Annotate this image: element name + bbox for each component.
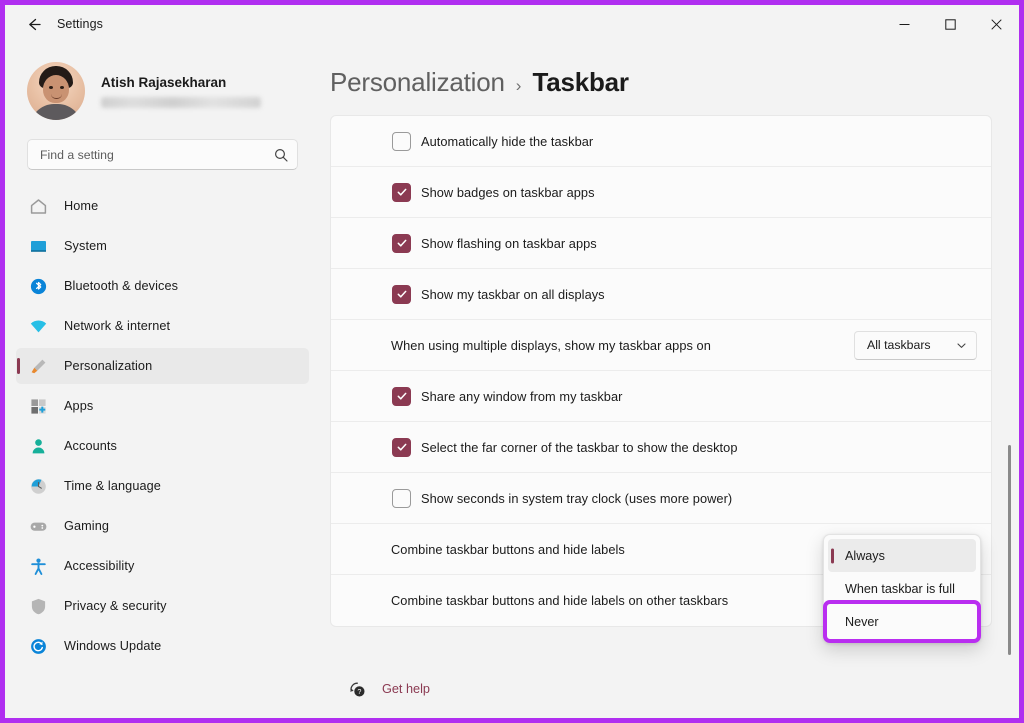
wifi-icon [27, 315, 49, 337]
sidebar-item-network[interactable]: Network & internet [16, 308, 309, 344]
flyout-option-never[interactable]: Never [823, 600, 981, 643]
chevron-down-icon [956, 340, 967, 351]
setting-label: Combine taskbar buttons and hide labels … [391, 593, 729, 608]
checkbox-checked-icon[interactable] [392, 233, 411, 253]
svg-text:?: ? [357, 687, 361, 696]
sidebar-item-label: Accounts [64, 439, 117, 453]
setting-row-multiple-displays[interactable]: When using multiple displays, show my ta… [331, 320, 991, 371]
search-area [5, 125, 320, 170]
checkbox-unchecked-icon[interactable] [392, 488, 411, 508]
system-monitor-icon [27, 235, 49, 257]
sidebar-item-windows-update[interactable]: Windows Update [16, 628, 309, 664]
search-icon [274, 148, 288, 162]
setting-label: Automatically hide the taskbar [421, 133, 594, 149]
account-email-redacted [101, 96, 261, 108]
setting-label: Show my taskbar on all displays [421, 286, 605, 302]
setting-label: Show seconds in system tray clock (uses … [421, 490, 733, 506]
sidebar-item-label: Bluetooth & devices [64, 279, 179, 293]
sidebar-item-label: Time & language [64, 479, 161, 493]
flyout-option-label: Always [845, 548, 885, 563]
breadcrumb-parent[interactable]: Personalization [330, 67, 505, 98]
settings-window: Settings Atish Rajasekharan Find a setti… [0, 0, 1024, 723]
accessibility-person-icon [27, 555, 49, 577]
vertical-scrollbar[interactable] [1008, 445, 1011, 655]
flyout-option-when-taskbar-is-full[interactable]: When taskbar is full [828, 572, 976, 605]
clock-globe-icon [27, 475, 49, 497]
avatar [27, 62, 85, 120]
account-name: Atish Rajasekharan [101, 74, 227, 90]
minimize-icon[interactable] [881, 5, 927, 43]
setting-row-show-seconds[interactable]: Show seconds in system tray clock (uses … [331, 473, 991, 524]
breadcrumb: Personalization › Taskbar [330, 43, 1019, 115]
app-title: Settings [57, 17, 103, 31]
sidebar-item-gaming[interactable]: Gaming [16, 508, 309, 544]
flyout-option-always[interactable]: Always [828, 539, 976, 572]
sidebar-item-accounts[interactable]: Accounts [16, 428, 309, 464]
back-arrow-icon[interactable] [15, 8, 51, 40]
get-help-link[interactable]: Get help [382, 682, 430, 696]
sidebar-item-label: Privacy & security [64, 599, 167, 613]
setting-row-far-corner[interactable]: Select the far corner of the taskbar to … [331, 422, 991, 473]
search-box[interactable] [27, 139, 298, 170]
update-refresh-icon [27, 635, 49, 657]
search-input[interactable] [40, 147, 274, 162]
sidebar-item-label: Accessibility [64, 559, 135, 573]
checkbox-checked-icon[interactable] [392, 284, 411, 304]
setting-label: Share any window from my taskbar [421, 388, 623, 404]
combine-taskbar-buttons-flyout: Always When taskbar is full Never [823, 534, 981, 643]
setting-label: Select the far corner of the taskbar to … [421, 439, 738, 455]
paintbrush-icon [27, 355, 49, 377]
setting-row-show-flashing[interactable]: Show flashing on taskbar apps [331, 218, 991, 269]
page-title: Taskbar [532, 67, 629, 97]
breadcrumb-separator-icon: › [515, 76, 522, 95]
title-bar: Settings [5, 5, 1019, 43]
sidebar-item-label: Home [64, 199, 99, 213]
sidebar-item-privacy-security[interactable]: Privacy & security [16, 588, 309, 624]
home-icon [27, 195, 49, 217]
sidebar-item-label: Apps [64, 399, 94, 413]
setting-label: Show badges on taskbar apps [421, 184, 595, 200]
shield-icon [27, 595, 49, 617]
setting-row-share-window[interactable]: Share any window from my taskbar [331, 371, 991, 422]
setting-row-all-displays[interactable]: Show my taskbar on all displays [331, 269, 991, 320]
footer: ? Get help [330, 660, 1019, 718]
setting-label: Combine taskbar buttons and hide labels [391, 541, 625, 557]
bluetooth-icon [27, 275, 49, 297]
checkbox-checked-icon[interactable] [392, 386, 411, 406]
window-controls [881, 5, 1019, 43]
gamepad-icon [27, 515, 49, 537]
sidebar-item-label: Windows Update [64, 639, 162, 653]
dropdown-value: All taskbars [867, 338, 931, 352]
setting-label: Show flashing on taskbar apps [421, 235, 597, 251]
sidebar-item-label: Network & internet [64, 319, 171, 333]
sidebar-item-personalization[interactable]: Personalization [16, 348, 309, 384]
sidebar-item-apps[interactable]: Apps [16, 388, 309, 424]
maximize-icon[interactable] [927, 5, 973, 43]
sidebar-item-time-language[interactable]: Time & language [16, 468, 309, 504]
sidebar-nav: Home System Bluetooth & devices Network … [5, 188, 320, 718]
sidebar-item-system[interactable]: System [16, 228, 309, 264]
account-block[interactable]: Atish Rajasekharan [5, 43, 320, 125]
sidebar-item-accessibility[interactable]: Accessibility [16, 548, 309, 584]
setting-row-auto-hide[interactable]: Automatically hide the taskbar [331, 116, 991, 167]
sidebar-item-label: Personalization [64, 359, 153, 373]
close-icon[interactable] [973, 5, 1019, 43]
sidebar-item-bluetooth[interactable]: Bluetooth & devices [16, 268, 309, 304]
checkbox-checked-icon[interactable] [392, 437, 411, 457]
setting-label: When using multiple displays, show my ta… [391, 337, 711, 353]
sidebar-item-label: Gaming [64, 519, 110, 533]
checkbox-unchecked-icon[interactable] [392, 131, 411, 151]
person-icon [27, 435, 49, 457]
sidebar: Atish Rajasekharan Find a setting Home S… [5, 43, 320, 718]
setting-row-show-badges[interactable]: Show badges on taskbar apps [331, 167, 991, 218]
checkbox-checked-icon[interactable] [392, 182, 411, 202]
flyout-option-label: Never [845, 614, 879, 629]
sidebar-item-label: System [64, 239, 107, 253]
taskbar-apps-dropdown[interactable]: All taskbars [854, 330, 977, 360]
flyout-option-label: When taskbar is full [845, 581, 955, 596]
help-question-icon: ? [348, 680, 367, 699]
sidebar-item-home[interactable]: Home [16, 188, 309, 224]
apps-grid-icon [27, 395, 49, 417]
